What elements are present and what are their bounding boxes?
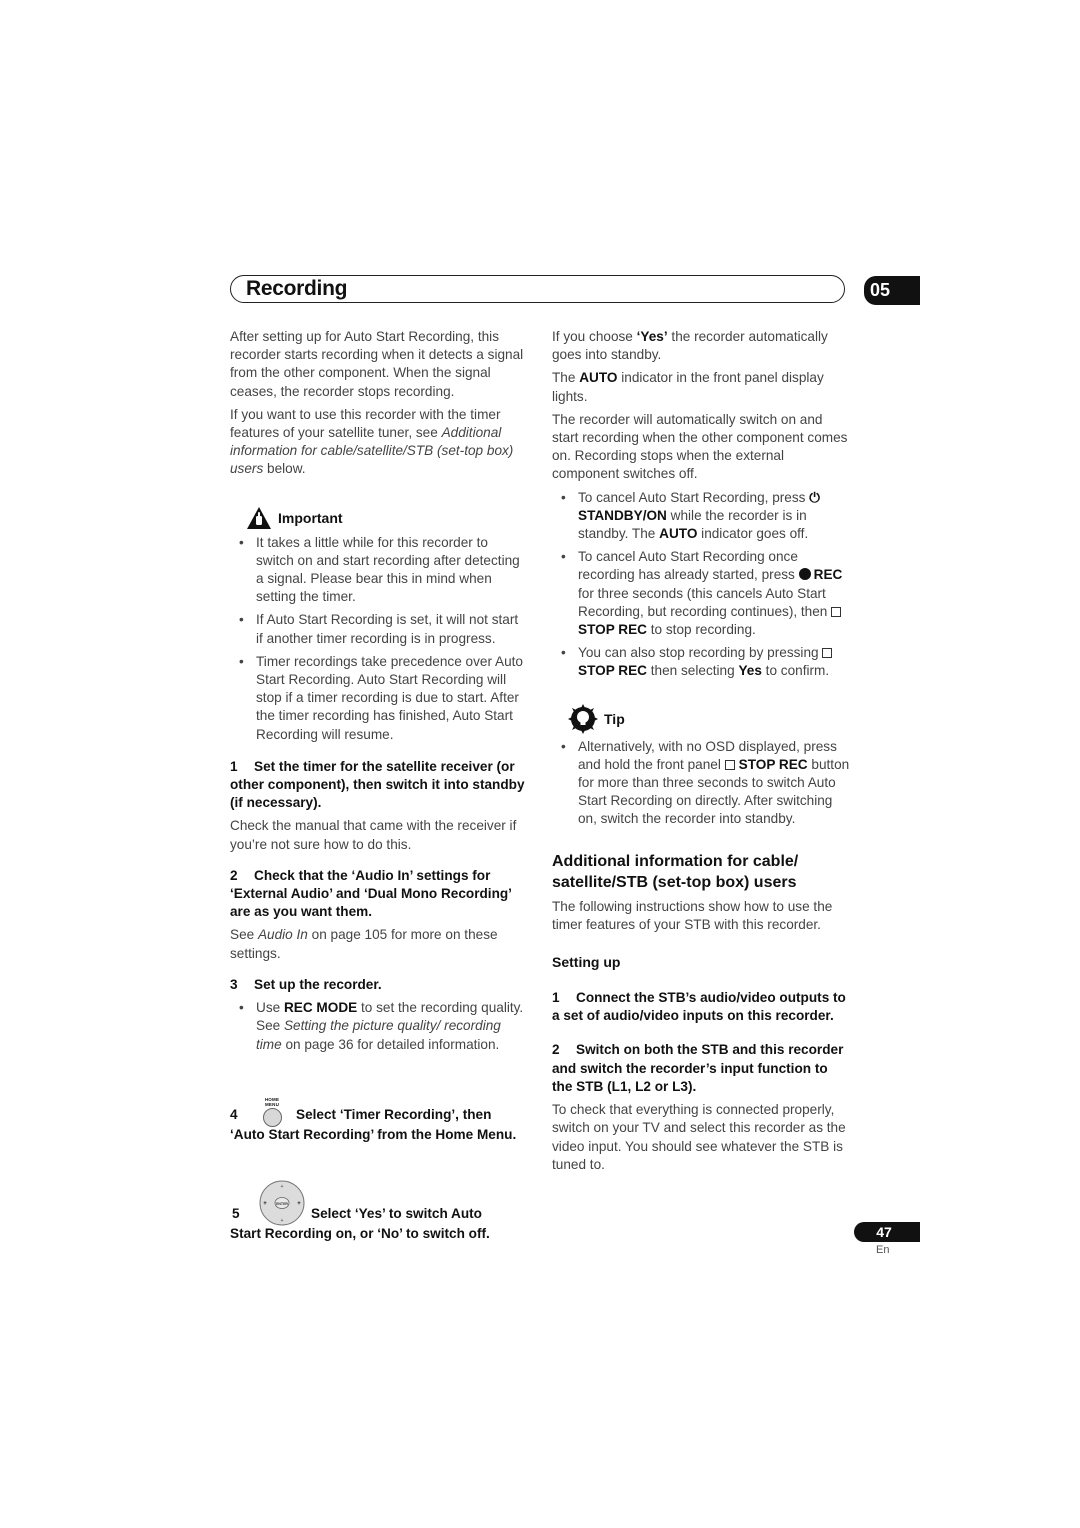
setup-step-2-body: To check that everything is connected pr…	[552, 1102, 846, 1172]
home-menu-button-icon: HOME MENU	[258, 1097, 286, 1127]
section-heading: Additional information for cable/ satell…	[552, 852, 799, 891]
step-4-title-start: Select ‘Timer Recording’, then	[296, 1107, 492, 1122]
list-item: If Auto Start Recording is set, it will …	[239, 611, 528, 647]
list-item: It takes a little while for this recorde…	[239, 534, 528, 607]
list-item: Alternatively, with no OSD displayed, pr…	[561, 738, 850, 829]
language-label: En	[876, 1244, 890, 1256]
step-5: 5 ENTER + + + + Select ‘Yes’ to switch A…	[230, 1177, 530, 1243]
list-item: Use REC MODE to set the recording qualit…	[239, 999, 528, 1054]
tip-heading: Tip	[568, 703, 850, 734]
page-title: Recording	[246, 277, 348, 300]
page-number-tab: 47	[854, 1222, 920, 1242]
svg-text:ENTER: ENTER	[276, 1202, 288, 1206]
lightbulb-gear-icon	[568, 703, 598, 734]
important-heading: Important	[246, 506, 528, 530]
step-3-title: 3 Set up the recorder.	[230, 976, 382, 992]
tip-list: Alternatively, with no OSD displayed, pr…	[552, 738, 850, 829]
svg-text:+: +	[281, 1184, 284, 1190]
intro-paragraph-1: After setting up for Auto Start Recordin…	[230, 329, 524, 399]
intro-paragraph-2: If you want to use this recorder with th…	[230, 406, 514, 477]
stop-square-icon	[822, 648, 833, 659]
setup-step-1: 1 Connect the STB’s audio/video outputs t…	[552, 990, 846, 1024]
list-item: To cancel Auto Start Recording, press ⏻ …	[561, 489, 850, 544]
warning-hand-icon	[247, 506, 271, 529]
svg-text:+: +	[263, 1201, 267, 1207]
step-4: 4 HOME MENU Select ‘Timer Recording’, th…	[230, 1097, 530, 1144]
section-body: The following instructions show how to u…	[552, 898, 833, 932]
chapter-number-tab: 05	[864, 276, 920, 305]
important-label: Important	[278, 509, 343, 526]
right-column: If you choose ‘Yes’ the recorder automat…	[552, 328, 850, 1179]
setting-up-heading: Setting up	[552, 954, 621, 971]
list-item: To cancel Auto Start Recording once reco…	[561, 548, 850, 639]
enter-dpad-icon: ENTER + + + +	[259, 1180, 305, 1226]
list-item: You can also stop recording by pressing …	[561, 644, 850, 680]
stop-square-icon	[724, 759, 735, 770]
list-item: Timer recordings take precedence over Au…	[239, 653, 528, 744]
important-list: It takes a little while for this recorde…	[230, 534, 528, 744]
cancel-list: To cancel Auto Start Recording, press ⏻ …	[552, 489, 850, 681]
step-1-body: Check the manual that came with the rece…	[230, 818, 517, 852]
step-2-title: 2 Check that the ‘Audio In’ settings for …	[230, 867, 512, 920]
paragraph-yes: If you choose ‘Yes’ the recorder automat…	[552, 329, 828, 363]
setup-step-2: 2 Switch on both the STB and this recorde…	[552, 1042, 844, 1094]
left-column: After setting up for Auto Start Recordin…	[230, 328, 528, 1059]
stop-square-icon	[831, 606, 842, 617]
step-1-title: 1 Set the timer for the satellite receive…	[230, 758, 525, 811]
paragraph-auto: The AUTO indicator in the front panel di…	[552, 370, 824, 404]
power-icon: ⏻	[809, 489, 820, 505]
step-4-title-rest: ‘Auto Start Recording’ from the Home Men…	[230, 1127, 517, 1142]
tip-label: Tip	[604, 710, 625, 727]
step-3-list: Use REC MODE to set the recording qualit…	[230, 999, 528, 1054]
svg-text:+: +	[297, 1201, 301, 1207]
svg-text:+: +	[281, 1218, 284, 1224]
paragraph-auto-switch: The recorder will automatically switch o…	[552, 411, 848, 482]
step-2-body: See Audio In on page 105 for more on the…	[230, 927, 498, 961]
rec-dot-icon	[798, 568, 811, 581]
